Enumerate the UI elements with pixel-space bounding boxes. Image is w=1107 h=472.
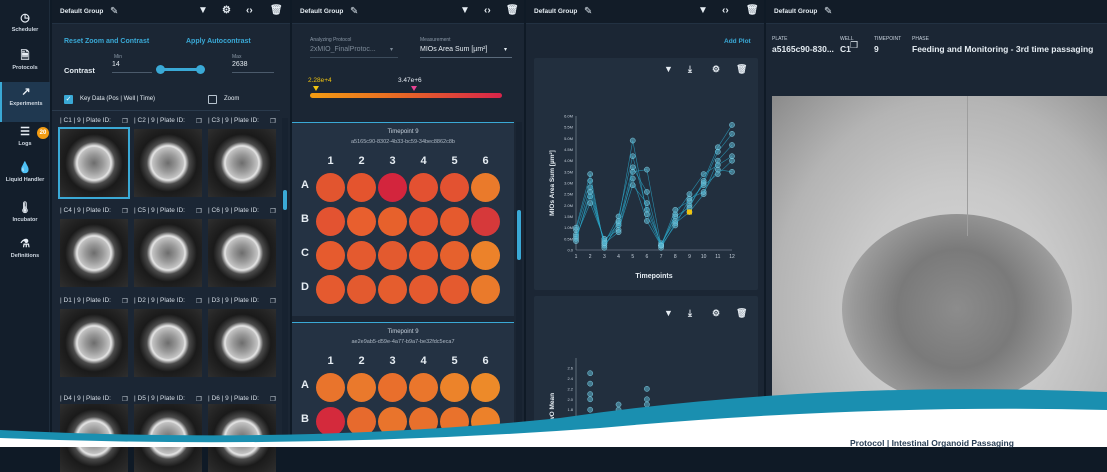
footer-wave <box>0 389 1107 447</box>
